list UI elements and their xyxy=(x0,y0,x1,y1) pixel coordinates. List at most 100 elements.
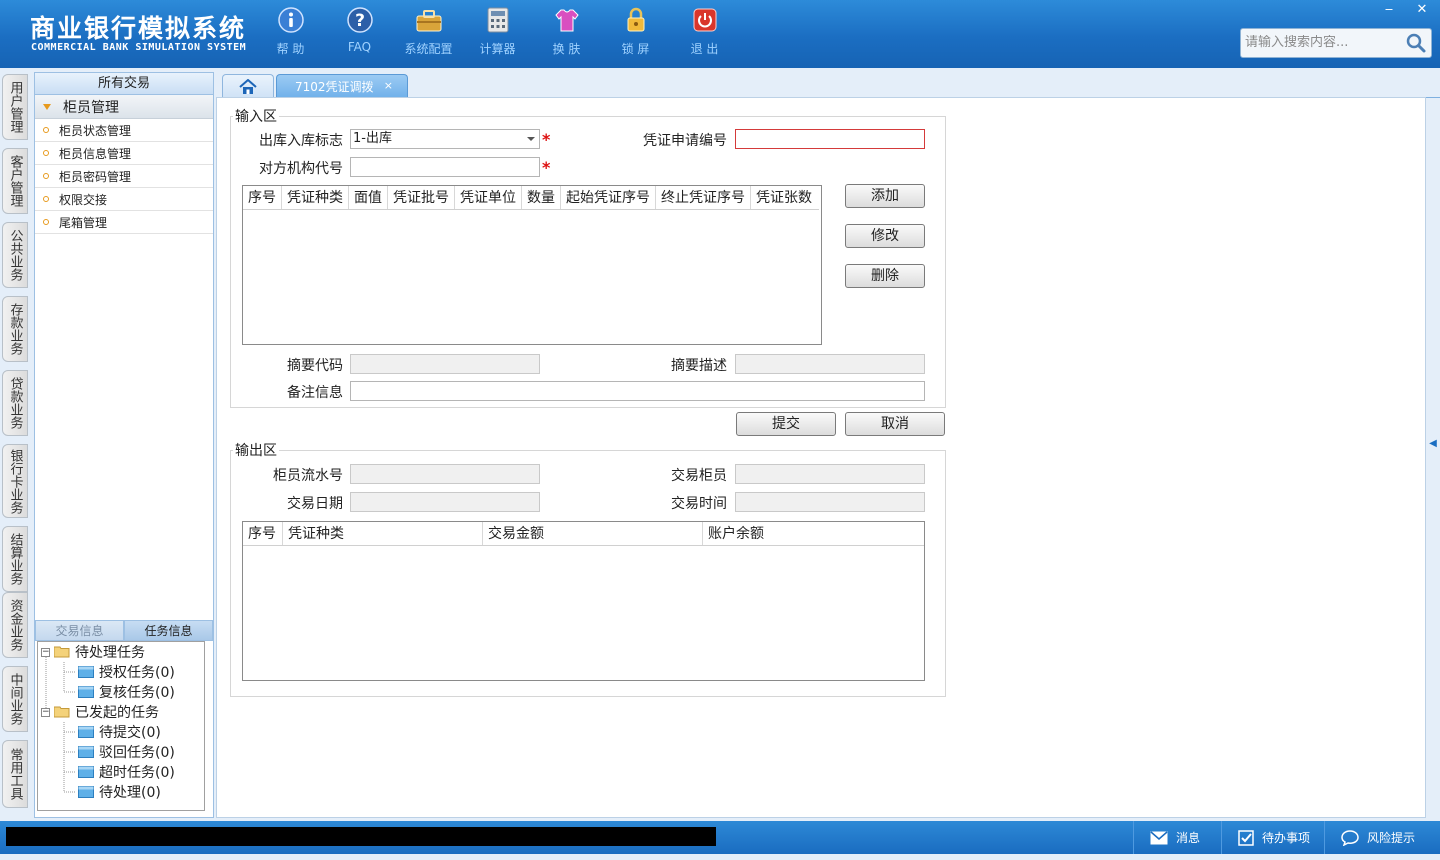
output-grid[interactable]: 序号 凭证种类 交易金额 账户余额 xyxy=(242,521,925,681)
search-icon[interactable] xyxy=(1405,32,1427,58)
tab-voucher-transfer[interactable]: 7102凭证调拨 × xyxy=(276,74,408,98)
calculator-label: 计算器 xyxy=(479,42,516,56)
required-mark: * xyxy=(542,130,551,149)
vtab-loan[interactable]: 贷款业务 xyxy=(2,370,28,436)
exit-button[interactable]: 退 出 xyxy=(670,6,739,57)
modify-button[interactable]: 修改 xyxy=(845,224,925,248)
search-input[interactable] xyxy=(1245,35,1405,50)
voucher-grid[interactable]: 序号 凭证种类 面值 凭证批号 凭证单位 数量 起始凭证序号 终止凭证序号 凭证… xyxy=(242,185,822,345)
tab-transaction-info[interactable]: 交易信息 xyxy=(35,620,124,641)
menu-item-teller-status[interactable]: 柜员状态管理 xyxy=(35,119,213,142)
col-voucher-type: 凭证种类 xyxy=(283,522,483,545)
bullet-icon xyxy=(43,127,49,133)
vtab-label: 贷款业务 xyxy=(7,377,23,429)
vtab-tools[interactable]: 常用工具 xyxy=(2,740,28,808)
col-trade-amount: 交易金额 xyxy=(483,522,703,545)
open-folder-icon xyxy=(54,646,70,658)
vtab-label: 银行卡业务 xyxy=(7,448,23,514)
faq-button[interactable]: ? FAQ xyxy=(325,6,394,57)
output-area-legend: 输出区 xyxy=(235,443,277,459)
col-start-seq: 起始凭证序号 xyxy=(561,186,656,209)
info-icon xyxy=(277,6,305,34)
direction-select[interactable]: 1-出库 xyxy=(350,129,540,149)
counterparty-label: 对方机构代号 xyxy=(259,161,343,177)
task-tree: − 待处理任务 授权任务(0) 复核任务(0) − 已发起的任务 待提交(0) … xyxy=(37,641,205,811)
app-header: 商业银行模拟系统 COMMERCIAL BANK SIMULATION SYST… xyxy=(0,0,1440,68)
direction-value: 1-出库 xyxy=(353,131,392,146)
tree-node-to-process[interactable]: 待处理(0) xyxy=(78,782,161,802)
vtab-deposit[interactable]: 存款业务 xyxy=(2,296,28,362)
trade-date-output xyxy=(350,492,540,512)
collapse-icon[interactable]: − xyxy=(41,647,50,657)
tree-node-started[interactable]: − 已发起的任务 xyxy=(41,702,159,722)
lock-screen-button[interactable]: 锁 屏 xyxy=(601,6,670,57)
change-skin-label: 换 肤 xyxy=(552,42,581,56)
tree-node-pending[interactable]: − 待处理任务 xyxy=(41,642,145,662)
risk-button[interactable]: 风险提示 xyxy=(1324,821,1440,854)
delete-button[interactable]: 删除 xyxy=(845,264,925,288)
col-batch-no: 凭证批号 xyxy=(388,186,455,209)
menu-item-tail-box[interactable]: 尾箱管理 xyxy=(35,211,213,234)
todo-button[interactable]: 待办事项 xyxy=(1221,821,1324,854)
close-tab-icon[interactable]: × xyxy=(384,79,393,92)
col-end-seq: 终止凭证序号 xyxy=(656,186,751,209)
folder-icon xyxy=(78,726,94,738)
tree-node-review[interactable]: 复核任务(0) xyxy=(78,682,175,702)
shirt-icon xyxy=(553,6,581,34)
trade-time-output xyxy=(735,492,925,512)
submit-button[interactable]: 提交 xyxy=(736,412,836,436)
cancel-button[interactable]: 取消 xyxy=(845,412,945,436)
summary-desc-label: 摘要描述 xyxy=(671,358,727,374)
menu-item-label: 尾箱管理 xyxy=(59,215,108,230)
calculator-button[interactable]: 计算器 xyxy=(463,6,532,57)
vtab-label: 存款业务 xyxy=(7,303,23,355)
apply-no-input[interactable] xyxy=(735,129,925,149)
svg-text:?: ? xyxy=(355,11,365,31)
tree-node-label: 超时任务(0) xyxy=(99,765,175,781)
menu-item-teller-info[interactable]: 柜员信息管理 xyxy=(35,142,213,165)
help-button[interactable]: 帮 助 xyxy=(256,6,325,57)
tree-node-authorize[interactable]: 授权任务(0) xyxy=(78,662,175,682)
teller-serial-output xyxy=(350,464,540,484)
close-window-button[interactable]: ✕ xyxy=(1405,0,1439,18)
vtab-bank-card[interactable]: 银行卡业务 xyxy=(2,444,28,518)
collapse-icon[interactable]: − xyxy=(41,707,50,717)
tab-home[interactable] xyxy=(222,74,274,98)
add-button[interactable]: 添加 xyxy=(845,184,925,208)
col-face-value: 面值 xyxy=(349,186,388,209)
vtab-fund[interactable]: 资金业务 xyxy=(2,592,28,658)
tree-node-timeout[interactable]: 超时任务(0) xyxy=(78,762,175,782)
messages-button[interactable]: 消息 xyxy=(1133,821,1221,854)
checkbox-icon xyxy=(1238,829,1254,846)
tree-node-label: 待处理(0) xyxy=(99,785,161,801)
question-icon: ? xyxy=(346,6,374,34)
teller-management-group[interactable]: 柜员管理 xyxy=(35,95,213,119)
vtab-customer-management[interactable]: 客户管理 xyxy=(2,148,28,214)
collapse-panel-handle[interactable]: ◀ xyxy=(1428,428,1438,458)
change-skin-button[interactable]: 换 肤 xyxy=(532,6,601,57)
vtab-settlement[interactable]: 结算业务 xyxy=(2,526,28,592)
vtab-public-business[interactable]: 公共业务 xyxy=(2,222,28,288)
vtab-label: 常用工具 xyxy=(7,748,23,800)
menu-item-permission-handover[interactable]: 权限交接 xyxy=(35,188,213,211)
menu-item-teller-password[interactable]: 柜员密码管理 xyxy=(35,165,213,188)
vtab-intermediary[interactable]: 中间业务 xyxy=(2,666,28,732)
tab-task-info[interactable]: 任务信息 xyxy=(124,620,213,641)
minimize-button[interactable]: ‒ xyxy=(1372,0,1406,18)
todo-label: 待办事项 xyxy=(1262,831,1311,845)
tree-node-to-submit[interactable]: 待提交(0) xyxy=(78,722,161,742)
folder-icon xyxy=(78,766,94,778)
task-tabs: 交易信息 任务信息 xyxy=(35,620,213,641)
system-config-button[interactable]: 系统配置 xyxy=(394,6,463,57)
calculator-icon xyxy=(484,6,512,34)
trade-teller-output xyxy=(735,464,925,484)
tree-node-label: 复核任务(0) xyxy=(99,685,175,701)
counterparty-input[interactable] xyxy=(350,157,540,177)
folder-icon xyxy=(78,786,94,798)
remark-input[interactable] xyxy=(350,381,925,401)
tree-node-rejected[interactable]: 驳回任务(0) xyxy=(78,742,175,762)
vtab-user-management[interactable]: 用户管理 xyxy=(2,74,28,140)
remark-label: 备注信息 xyxy=(287,385,343,401)
envelope-icon xyxy=(1150,830,1168,844)
folder-icon xyxy=(78,686,94,698)
